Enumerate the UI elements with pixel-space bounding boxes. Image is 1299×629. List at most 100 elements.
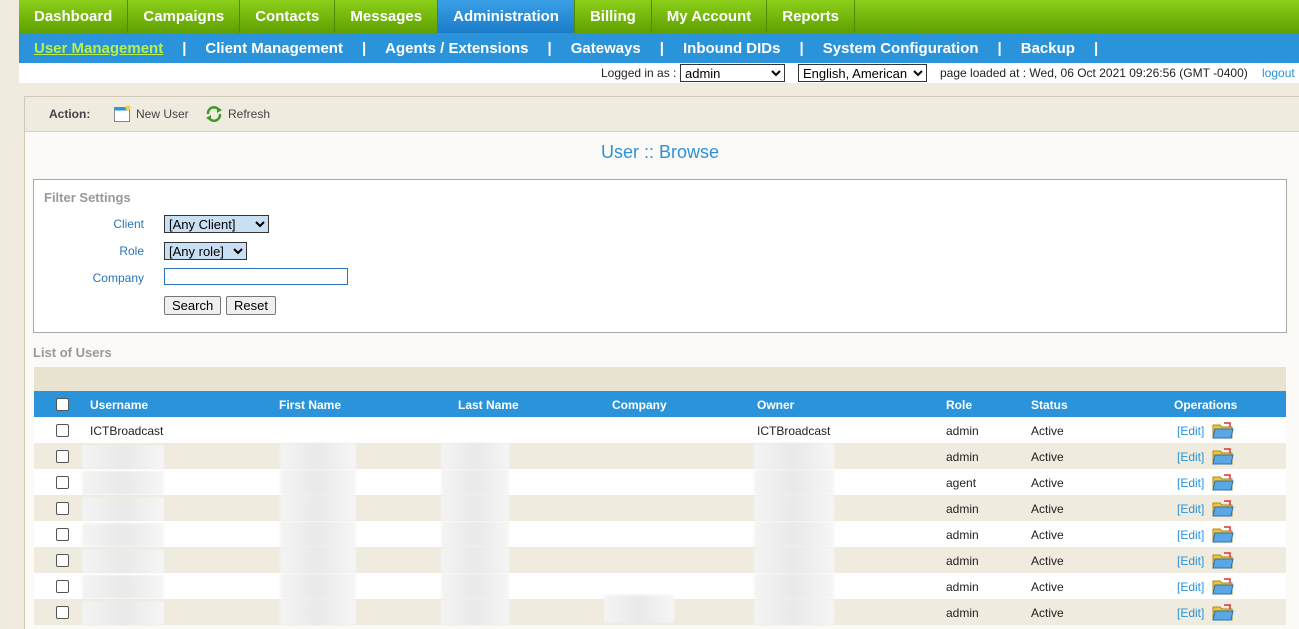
cell-status: Active (1031, 580, 1064, 594)
list-title: List of Users (33, 345, 112, 360)
tab-contacts[interactable]: Contacts (240, 0, 336, 33)
row-checkbox[interactable] (56, 476, 69, 489)
tab-my-account[interactable]: My Account (652, 0, 768, 33)
reset-button[interactable]: Reset (226, 296, 276, 315)
edit-link[interactable]: [Edit] (1177, 528, 1204, 542)
refresh-button[interactable]: Refresh (205, 105, 270, 123)
open-folder-icon[interactable] (1212, 421, 1234, 439)
edit-link[interactable]: [Edit] (1177, 476, 1204, 490)
col-status[interactable]: Status (1031, 398, 1068, 412)
col-first-name[interactable]: First Name (279, 398, 341, 412)
col-last-name[interactable]: Last Name (458, 398, 519, 412)
redacted-last-name (441, 599, 509, 625)
redacted-first-name (280, 443, 356, 469)
cell-status: Active (1031, 606, 1064, 620)
tab-dashboard[interactable]: Dashboard (19, 0, 129, 33)
select-all-checkbox[interactable] (56, 398, 69, 411)
tab-reports[interactable]: Reports (767, 0, 855, 33)
tab-billing[interactable]: Billing (575, 0, 652, 33)
table-row: ICTBroadcast ICTBroadcast admin Active [Edit… (34, 417, 1286, 443)
client-select[interactable]: [Any Client] (164, 215, 269, 233)
tab-campaigns[interactable]: Campaigns (128, 0, 241, 33)
subnav-gateways[interactable]: Gateways (571, 40, 641, 57)
open-folder-icon[interactable] (1212, 473, 1234, 491)
subnav-separator: | (997, 39, 1002, 57)
redacted-owner (754, 495, 834, 521)
search-button[interactable]: Search (164, 296, 222, 315)
row-checkbox[interactable] (56, 450, 69, 463)
row-checkbox[interactable] (56, 502, 69, 515)
redacted-company (604, 595, 674, 623)
col-company[interactable]: Company (612, 398, 667, 412)
user-select[interactable]: admin (680, 64, 785, 82)
row-checkbox[interactable] (56, 580, 69, 593)
logout-link[interactable]: logout (1262, 66, 1295, 80)
open-folder-icon[interactable] (1212, 447, 1234, 465)
subnav-agents-extensions[interactable]: Agents / Extensions (385, 40, 528, 57)
tab-administration[interactable]: Administration (438, 0, 575, 33)
redacted-last-name (441, 521, 509, 547)
row-checkbox[interactable] (56, 606, 69, 619)
top-navigation: Dashboard Campaigns Contacts Messages Ad… (19, 0, 1299, 33)
redacted-owner (754, 547, 834, 573)
subnav-system-configuration[interactable]: System Configuration (823, 40, 979, 57)
new-user-button[interactable]: New User (113, 105, 189, 123)
table-row: admin Active [Edit] (34, 547, 1286, 573)
redacted-first-name (280, 495, 356, 521)
subnav-inbound-dids[interactable]: Inbound DIDs (683, 40, 781, 57)
row-checkbox[interactable] (56, 554, 69, 567)
open-folder-icon[interactable] (1212, 499, 1234, 517)
col-owner[interactable]: Owner (757, 398, 794, 412)
redacted-first-name (280, 547, 356, 573)
edit-link[interactable]: [Edit] (1177, 554, 1204, 568)
subnav-user-management[interactable]: User Management (34, 40, 163, 57)
row-checkbox[interactable] (56, 528, 69, 541)
open-folder-icon[interactable] (1212, 525, 1234, 543)
refresh-icon (206, 106, 222, 122)
tab-messages[interactable]: Messages (335, 0, 439, 33)
action-label: Action: (49, 107, 91, 121)
logged-in-label: Logged in as : (601, 66, 677, 80)
open-folder-icon[interactable] (1212, 603, 1234, 621)
role-label: Role (119, 244, 144, 258)
client-label: Client (113, 217, 144, 231)
row-checkbox[interactable] (56, 424, 69, 437)
company-label: Company (92, 271, 144, 285)
col-username[interactable]: Username (90, 398, 148, 412)
new-user-label: New User (136, 107, 189, 121)
language-select[interactable]: English, American (798, 64, 927, 82)
subnav-separator: | (182, 39, 187, 57)
edit-link[interactable]: [Edit] (1177, 580, 1204, 594)
list-header-bar (34, 367, 1286, 391)
redacted-first-name (280, 469, 356, 495)
redacted-owner (754, 573, 834, 599)
sub-navigation: User Management | Client Management | Ag… (19, 33, 1299, 63)
subnav-client-management[interactable]: Client Management (205, 40, 343, 57)
subnav-separator: | (799, 39, 804, 57)
cell-role: admin (946, 450, 979, 464)
edit-link[interactable]: [Edit] (1177, 424, 1204, 438)
role-select[interactable]: [Any role] (164, 242, 247, 260)
cell-role: admin (946, 528, 979, 542)
status-bar: Logged in as : admin English, American p… (19, 63, 1299, 83)
subnav-backup[interactable]: Backup (1021, 40, 1075, 57)
filter-settings-panel: Filter Settings Client [Any Client] Role… (33, 179, 1287, 333)
edit-link[interactable]: [Edit] (1177, 502, 1204, 516)
cell-role: agent (946, 476, 977, 490)
table-row: admin Active [Edit] (34, 521, 1286, 547)
company-input[interactable] (164, 268, 348, 285)
col-operations: Operations (1174, 398, 1238, 412)
new-document-icon (114, 105, 131, 122)
redacted-last-name (441, 495, 509, 521)
open-folder-icon[interactable] (1212, 551, 1234, 569)
edit-link[interactable]: [Edit] (1177, 450, 1204, 464)
table-row: admin Active [Edit] (34, 595, 1286, 625)
cell-role: admin (946, 554, 979, 568)
edit-link[interactable]: [Edit] (1177, 606, 1204, 620)
cell-status: Active (1031, 476, 1064, 490)
col-role[interactable]: Role (946, 398, 972, 412)
open-folder-icon[interactable] (1212, 577, 1234, 595)
redacted-first-name (280, 573, 356, 599)
filter-title: Filter Settings (44, 190, 131, 205)
cell-username: ICTBroadcast (90, 424, 164, 438)
